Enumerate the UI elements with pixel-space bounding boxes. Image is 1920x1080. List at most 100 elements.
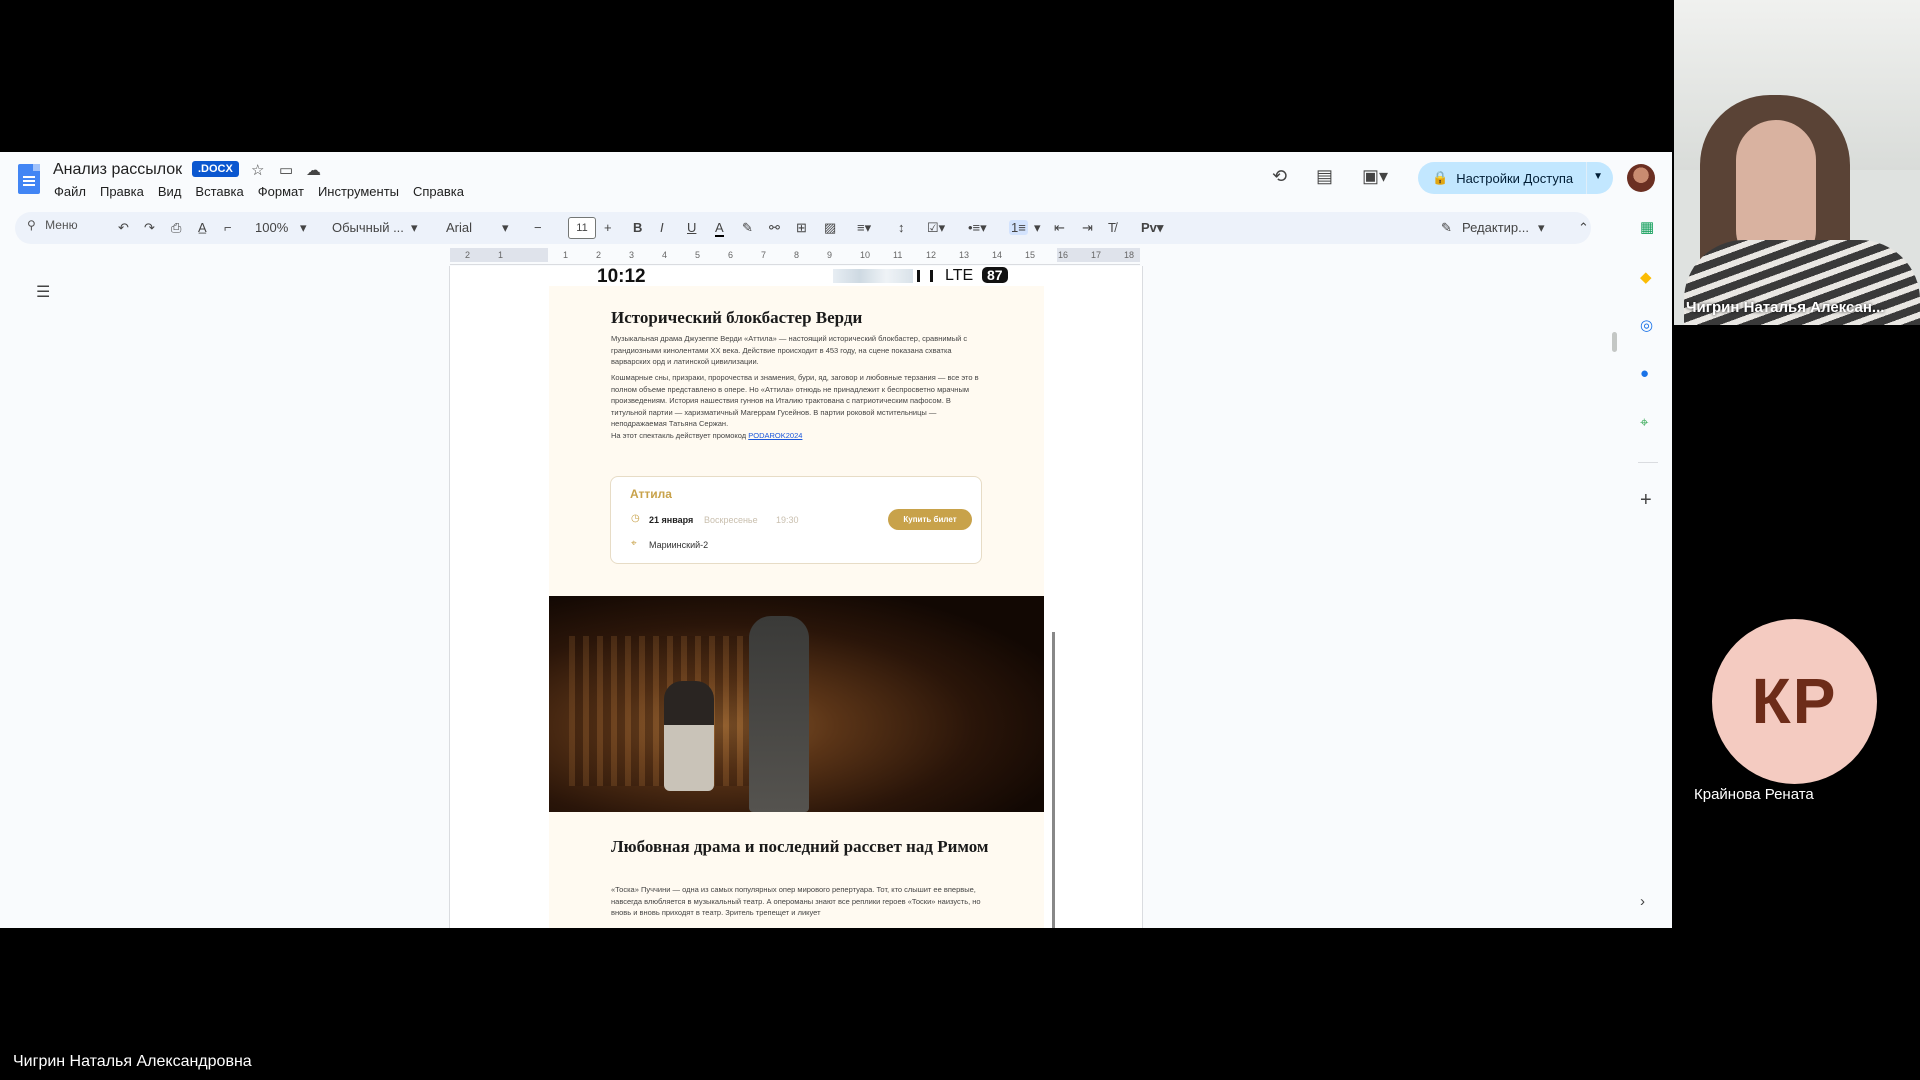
bold-icon[interactable]: B (633, 220, 642, 235)
bulleted-list-icon[interactable]: •≡▾ (968, 220, 987, 236)
document-outline-icon[interactable]: ☰ (36, 282, 50, 302)
italic-icon[interactable]: I (660, 220, 664, 235)
menu-view[interactable]: Вид (158, 184, 182, 199)
clear-formatting-icon[interactable]: T̸ (1108, 220, 1116, 235)
keep-icon[interactable]: ◆ (1640, 268, 1652, 286)
participant-avatar[interactable]: КР (1712, 619, 1877, 784)
promo-code-link[interactable]: PODAROK2024 (748, 431, 802, 440)
link-icon[interactable]: ⚯ (769, 220, 780, 236)
editing-mode-caret-icon[interactable]: ▾ (1538, 220, 1545, 236)
ruler-number: 10 (860, 250, 871, 260)
maps-icon[interactable]: ⌖ (1640, 414, 1648, 431)
ruler-number: 12 (926, 250, 937, 260)
increase-indent-icon[interactable]: ⇥ (1082, 220, 1093, 236)
expand-side-panel-icon[interactable]: › (1640, 893, 1645, 910)
zoom-select[interactable]: 100% (255, 220, 288, 235)
highlight-icon[interactable]: ✎ (742, 220, 753, 236)
event-title[interactable]: Аттила (630, 487, 672, 501)
increase-font-size-icon[interactable]: + (604, 220, 612, 235)
editing-mode-select[interactable]: Редактир... (1462, 220, 1529, 235)
text-color-icon[interactable]: A (715, 220, 724, 237)
ruler-number: 5 (695, 250, 701, 260)
font-select[interactable]: Arial (446, 220, 472, 235)
clock-icon: ◷ (631, 513, 640, 524)
undo-icon[interactable]: ↶ (118, 220, 129, 236)
battery-icon: 87 (982, 267, 1008, 283)
ruler-number: 14 (992, 250, 1003, 260)
contacts-icon[interactable]: ● (1640, 365, 1649, 382)
menu-file[interactable]: Файл (54, 184, 86, 199)
ruler-number: 16 (1058, 250, 1069, 260)
edit-pencil-icon[interactable]: ✎ (1441, 220, 1452, 236)
version-history-icon[interactable]: ⟲ (1272, 166, 1287, 187)
star-icon[interactable]: ☆ (251, 161, 264, 179)
tasks-icon[interactable]: ◎ (1640, 316, 1653, 334)
heading-verdi: Исторический блокбастер Верди (611, 308, 863, 327)
location-pin-icon: ⌖ (631, 538, 637, 549)
underline-icon[interactable]: U (687, 220, 696, 235)
ruler-number: 6 (728, 250, 734, 260)
promo-line: На этот спектакль действует промокод POD… (611, 430, 981, 442)
move-folder-icon[interactable]: ▭ (279, 161, 293, 179)
ruler-number: 13 (959, 250, 970, 260)
decrease-font-size-icon[interactable]: − (534, 220, 542, 235)
meet-camera-icon[interactable]: ▣▾ (1362, 166, 1388, 187)
menu-insert[interactable]: Вставка (195, 184, 243, 199)
ruler-number: 7 (761, 250, 767, 260)
share-button[interactable]: 🔒 Настройки Доступа ▼ (1418, 162, 1613, 194)
style-caret-icon[interactable]: ▾ (411, 220, 418, 236)
speaker-video-tile[interactable]: Чигрин Наталья Алексан... (1674, 0, 1920, 325)
presenter-name: Чигрин Наталья Александровна (13, 1053, 252, 1070)
docx-badge: .DOCX (192, 161, 239, 177)
menu-tools[interactable]: Инструменты (318, 184, 399, 199)
checklist-icon[interactable]: ☑▾ (927, 220, 945, 236)
align-icon[interactable]: ≡▾ (857, 220, 871, 236)
share-dropdown-icon[interactable]: ▼ (1593, 171, 1603, 182)
numbered-list-caret-icon[interactable]: ▾ (1034, 220, 1041, 236)
image-scroll-line (1052, 632, 1055, 928)
promo-prefix: На этот спектакль действует промокод (611, 431, 747, 440)
add-addon-icon[interactable]: + (1640, 489, 1652, 512)
numbered-list-icon[interactable]: 1≡ (1009, 220, 1028, 235)
ruler[interactable]: 2 1 1 2 3 4 5 6 7 8 9 10 11 12 13 14 15 … (450, 248, 1140, 265)
calendar-icon[interactable]: ▦ (1640, 218, 1654, 236)
paint-format-icon[interactable]: ⌐ (224, 220, 232, 235)
spellcheck-icon[interactable]: A̲ (198, 220, 207, 235)
insert-image-icon[interactable]: ▨ (824, 220, 836, 236)
menu-search-label: Меню (45, 218, 78, 232)
document-title[interactable]: Анализ рассылок (53, 161, 182, 179)
decrease-indent-icon[interactable]: ⇤ (1054, 220, 1065, 236)
signal-icon (917, 270, 933, 282)
style-select[interactable]: Обычный ... (332, 220, 404, 235)
menu-format[interactable]: Формат (258, 184, 304, 199)
account-avatar[interactable] (1627, 164, 1655, 192)
cloud-status-icon[interactable]: ☁ (306, 161, 321, 179)
collapse-toolbar-icon[interactable]: ⌃ (1578, 220, 1589, 236)
docs-logo-icon[interactable] (18, 164, 40, 194)
menu-help[interactable]: Справка (413, 184, 464, 199)
menu-edit[interactable]: Правка (100, 184, 144, 199)
photo-carving (569, 636, 749, 786)
paragraph-tosca: «Тоска» Пуччини — одна из самых популярн… (611, 885, 981, 917)
print-icon[interactable]: ⎙ (171, 220, 181, 236)
menu-search[interactable]: ⚲ Меню (27, 218, 117, 238)
font-caret-icon[interactable]: ▾ (502, 220, 509, 236)
scrollbar-thumb[interactable] (1612, 332, 1617, 352)
ruler-number: 8 (794, 250, 800, 260)
font-size-input[interactable]: 11 (568, 217, 596, 239)
comments-icon[interactable]: ▤ (1316, 166, 1333, 187)
ruler-number: 18 (1124, 250, 1135, 260)
add-comment-icon[interactable]: ⊞ (796, 220, 807, 236)
zoom-caret-icon[interactable]: ▾ (300, 220, 307, 236)
input-tools-icon[interactable]: Pv▾ (1141, 220, 1163, 236)
event-day: Воскресенье (704, 515, 758, 525)
event-time: 19:30 (776, 515, 799, 525)
line-spacing-icon[interactable]: ↕ (898, 220, 905, 235)
paragraph-plot: Кошмарные сны, призраки, пророчества и з… (611, 373, 979, 428)
opera-photo (549, 596, 1044, 812)
redo-icon[interactable]: ↷ (144, 220, 155, 236)
menu-bar: Файл Правка Вид Вставка Формат Инструмен… (54, 184, 464, 199)
status-time: 10:12 (597, 266, 646, 287)
buy-ticket-button[interactable]: Купить билет (888, 509, 972, 530)
docs-toolbar: ⚲ Меню ↶ ↷ ⎙ A̲ ⌐ 100% ▾ Обычный ... ▾ A… (15, 212, 1591, 244)
